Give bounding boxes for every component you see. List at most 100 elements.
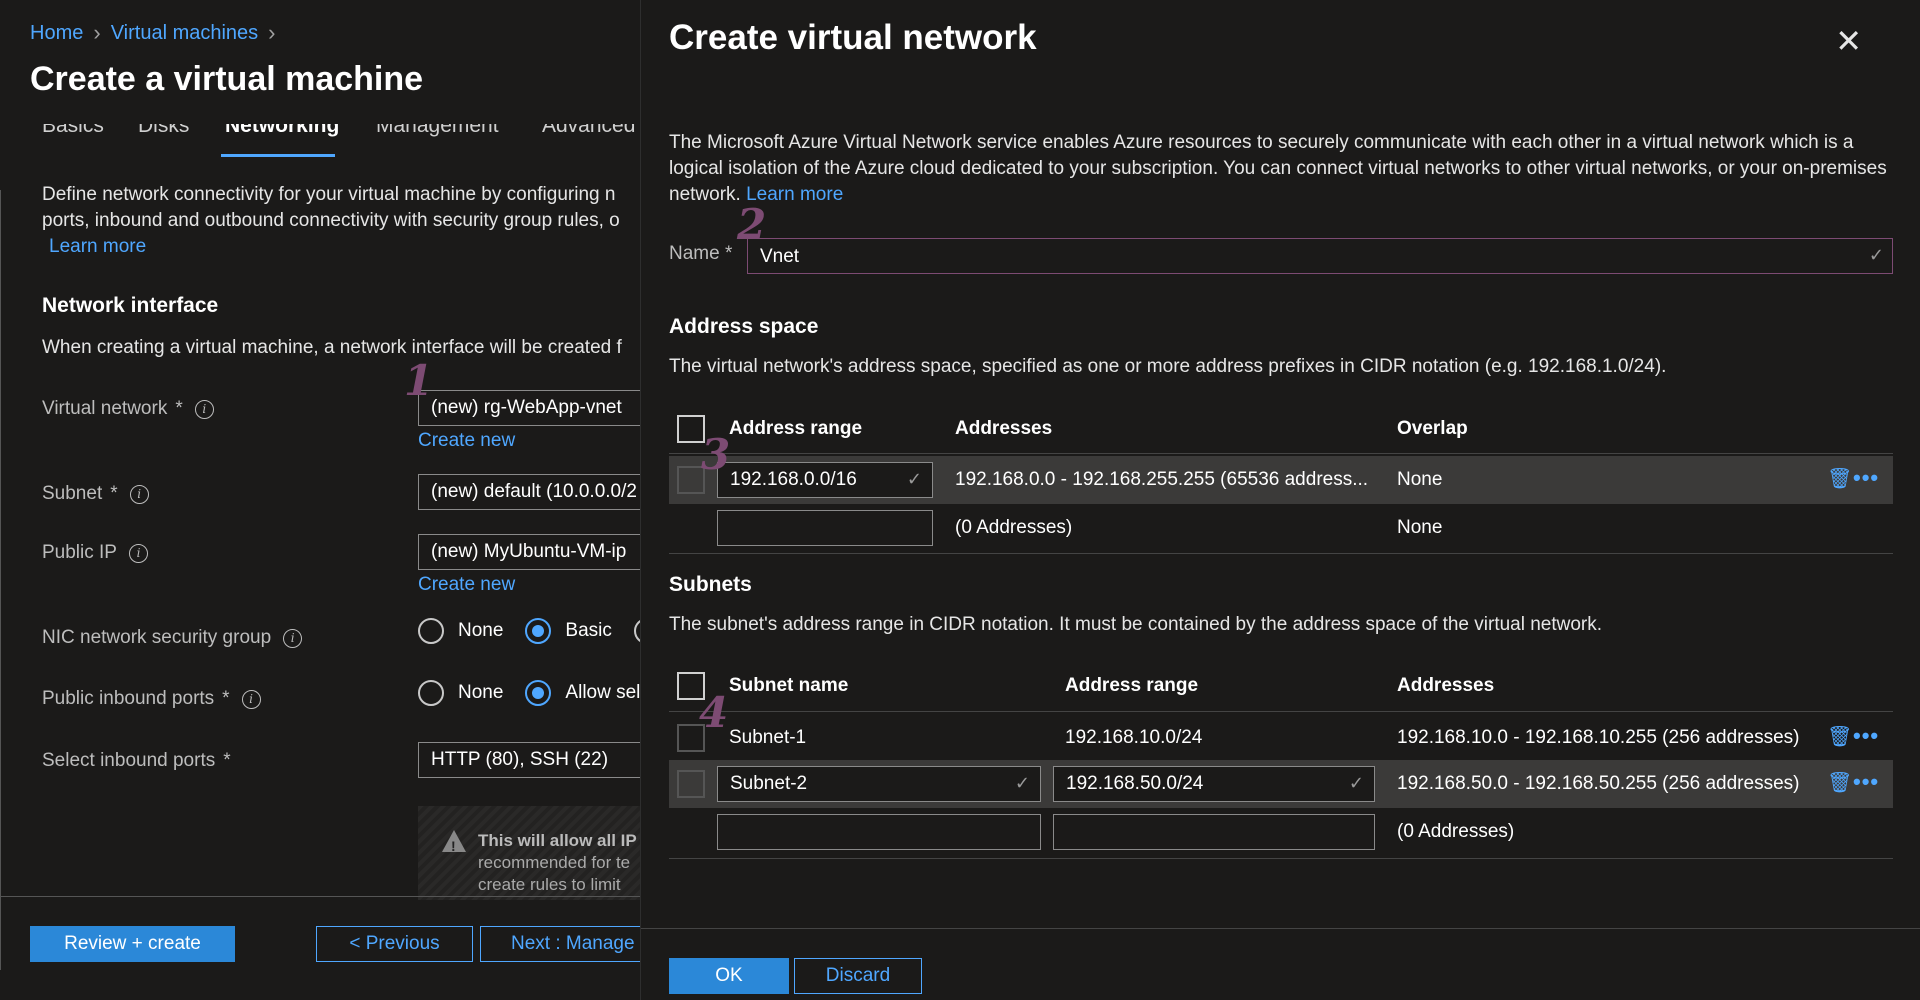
subnet-range-input-new[interactable] bbox=[1053, 814, 1375, 850]
tab-bar: Basics Disks Networking Management Advan… bbox=[42, 124, 640, 160]
info-icon[interactable]: i bbox=[194, 399, 214, 419]
info-icon[interactable]: i bbox=[129, 484, 149, 504]
subnet-label: Subnet * i bbox=[42, 483, 149, 505]
panel-title: Create virtual network bbox=[669, 18, 1037, 57]
warning-message: ! This will allow all IP recommended for… bbox=[418, 806, 640, 900]
panel-desc-text: The Microsoft Azure Virtual Network serv… bbox=[669, 132, 1887, 205]
desc-line: Define network connectivity for your vir… bbox=[42, 184, 616, 205]
create-vnet-panel: Create virtual network ✕ The Microsoft A… bbox=[640, 0, 1920, 1000]
vnet-label-text: Virtual network bbox=[42, 398, 168, 419]
public-ip-dropdown[interactable]: (new) MyUbuntu-VM-ip bbox=[418, 534, 640, 570]
tab-disks[interactable]: Disks bbox=[138, 124, 189, 138]
inbound-radio-group: None Allow sel bbox=[418, 680, 640, 706]
public-ip-label-text: Public IP bbox=[42, 542, 117, 563]
info-icon[interactable]: i bbox=[283, 628, 303, 648]
subnet-range-cell: 192.168.10.0/24 bbox=[1065, 727, 1203, 748]
close-icon[interactable]: ✕ bbox=[1835, 22, 1862, 60]
discard-button[interactable]: Discard bbox=[794, 958, 922, 994]
breadcrumb-vms-link[interactable]: Virtual machines bbox=[111, 22, 258, 45]
learn-more-link[interactable]: Learn more bbox=[49, 236, 146, 257]
info-icon[interactable]: i bbox=[241, 689, 261, 709]
inbound-allow-radio[interactable] bbox=[525, 680, 552, 706]
required-mark: * bbox=[175, 398, 183, 419]
select-ports-label: Select inbound ports * bbox=[42, 750, 231, 772]
more-icon[interactable]: ••• bbox=[1853, 723, 1879, 749]
required-mark: * bbox=[223, 750, 231, 771]
nsg-radio-group: None Basic bbox=[418, 618, 640, 644]
divider bbox=[669, 858, 1893, 859]
column-header: Addresses bbox=[955, 418, 1053, 439]
select-ports-dropdown[interactable]: HTTP (80), SSH (22) bbox=[418, 742, 640, 778]
required-mark: * bbox=[110, 483, 118, 504]
nsg-basic-label: Basic bbox=[565, 620, 612, 641]
more-icon[interactable]: ••• bbox=[1853, 769, 1879, 795]
trash-icon[interactable]: 🗑 bbox=[1827, 770, 1852, 795]
tab-advanced[interactable]: Advanced bbox=[542, 124, 635, 138]
subnet-range-value: 192.168.50.0/24 bbox=[1066, 773, 1204, 794]
next-button[interactable]: Next : Manage bbox=[480, 926, 640, 962]
address-range-input-new[interactable] bbox=[717, 510, 933, 546]
annotation-marker: 1 bbox=[404, 356, 434, 405]
desc-line: ports, inbound and outbound connectivity… bbox=[42, 210, 620, 231]
subnet-addresses-cell: 192.168.10.0 - 192.168.10.255 (256 addre… bbox=[1397, 727, 1800, 748]
address-range-input[interactable]: 192.168.0.0/16 ✓ bbox=[717, 462, 933, 498]
subnet-dropdown[interactable]: (new) default (10.0.0.0/2 bbox=[418, 474, 640, 510]
subnet-name-cell: Subnet-1 bbox=[729, 727, 807, 748]
subnet-label-text: Subnet bbox=[42, 483, 103, 504]
nsg-none-label: None bbox=[458, 620, 504, 641]
tab-networking[interactable]: Networking bbox=[225, 124, 339, 138]
trash-icon[interactable]: 🗑 bbox=[1827, 466, 1852, 491]
vnet-dropdown[interactable]: (new) rg-WebApp-vnet bbox=[418, 390, 640, 426]
subnets-text: The subnet's address range in CIDR notat… bbox=[669, 614, 1603, 635]
divider bbox=[669, 711, 1893, 712]
check-icon: ✓ bbox=[906, 469, 922, 489]
row-checkbox[interactable] bbox=[677, 770, 705, 798]
warning-line: recommended for te bbox=[478, 853, 631, 872]
overlap-cell: None bbox=[1397, 517, 1443, 538]
public-ip-label: Public IP i bbox=[42, 542, 148, 564]
divider bbox=[669, 553, 1893, 554]
networking-description: Define network connectivity for your vir… bbox=[42, 182, 640, 260]
subnet-addresses-cell: (0 Addresses) bbox=[1397, 821, 1515, 842]
create-new-ip-link[interactable]: Create new bbox=[418, 574, 515, 596]
subnet-name-input-new[interactable] bbox=[717, 814, 1041, 850]
overlap-cell: None bbox=[1397, 469, 1443, 490]
divider bbox=[0, 190, 1, 970]
tab-management[interactable]: Management bbox=[376, 124, 499, 138]
tab-basics[interactable]: Basics bbox=[42, 124, 104, 138]
nsg-label: NIC network security group i bbox=[42, 627, 303, 649]
vnet-label: Virtual network * i bbox=[42, 398, 214, 420]
check-icon: ✓ bbox=[1014, 773, 1030, 793]
ok-button[interactable]: OK bbox=[669, 958, 789, 994]
page-title: Create a virtual machine bbox=[30, 60, 424, 98]
footer-divider bbox=[641, 928, 1920, 929]
network-interface-text: When creating a virtual machine, a netwo… bbox=[42, 337, 622, 358]
vnet-name-input[interactable]: Vnet ✓ bbox=[747, 238, 1893, 274]
row-checkbox[interactable] bbox=[677, 724, 705, 752]
breadcrumb-home-link[interactable]: Home bbox=[30, 22, 83, 45]
inbound-none-radio[interactable] bbox=[418, 680, 444, 706]
create-new-vnet-link[interactable]: Create new bbox=[418, 430, 515, 452]
inbound-none-label: None bbox=[458, 682, 504, 703]
nsg-basic-radio[interactable] bbox=[525, 618, 552, 644]
addresses-cell: (0 Addresses) bbox=[955, 517, 1073, 538]
chevron-right-icon: › bbox=[268, 20, 276, 45]
check-icon: ✓ bbox=[1348, 773, 1364, 793]
column-header: Overlap bbox=[1397, 418, 1468, 439]
create-vm-blade: Home › Virtual machines › Create a virtu… bbox=[0, 0, 640, 1000]
column-header: Address range bbox=[1065, 675, 1199, 696]
address-range-value: 192.168.0.0/16 bbox=[730, 469, 857, 490]
subnet-addresses-cell: 192.168.50.0 - 192.168.50.255 (256 addre… bbox=[1397, 773, 1800, 794]
review-create-button[interactable]: Review + create bbox=[30, 926, 235, 962]
breadcrumb: Home › Virtual machines › bbox=[30, 20, 276, 46]
previous-button[interactable]: < Previous bbox=[316, 926, 473, 962]
subnet-range-input[interactable]: 192.168.50.0/24 ✓ bbox=[1053, 766, 1375, 802]
more-icon[interactable]: ••• bbox=[1853, 465, 1879, 491]
trash-icon[interactable]: 🗑 bbox=[1827, 724, 1852, 749]
required-mark: * bbox=[724, 243, 733, 264]
subnet-name-input[interactable]: Subnet-2 ✓ bbox=[717, 766, 1041, 802]
nsg-none-radio[interactable] bbox=[418, 618, 444, 644]
column-header: Addresses bbox=[1397, 675, 1495, 696]
chevron-right-icon: › bbox=[93, 20, 101, 45]
info-icon[interactable]: i bbox=[128, 543, 148, 563]
